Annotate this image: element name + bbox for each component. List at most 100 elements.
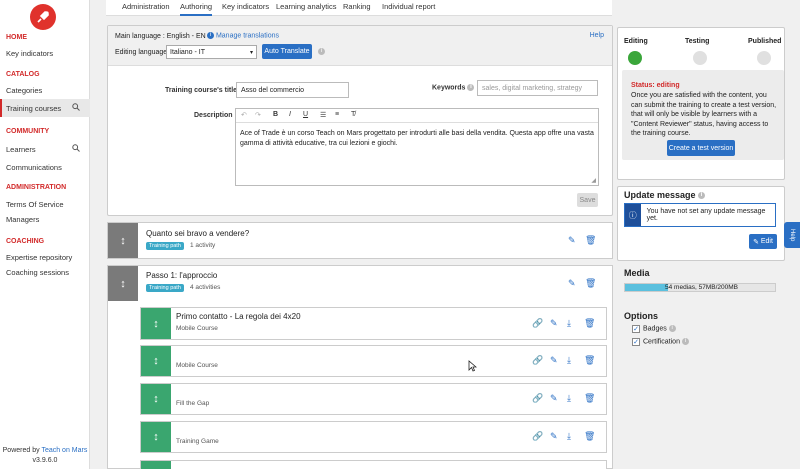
status-heading: Status: editing bbox=[631, 82, 680, 89]
update-message-title-text: Update message bbox=[624, 190, 696, 200]
keywords-input[interactable]: sales, digital marketing, strategy bbox=[477, 80, 598, 96]
drag-handle-icon[interactable]: ↕ bbox=[108, 223, 138, 258]
editing-language-select[interactable]: Italiano - IT ▾ bbox=[166, 45, 257, 59]
main-language-label: Main language : English - EN bbox=[115, 33, 206, 40]
drag-handle-icon[interactable]: ↕ bbox=[141, 308, 171, 339]
tab-ranking[interactable]: Ranking bbox=[343, 2, 371, 11]
manage-translations-label: Manage translations bbox=[215, 32, 279, 40]
manage-translations-link[interactable]: i Manage translations bbox=[207, 32, 279, 39]
sidebar-item-learners[interactable]: Learners bbox=[0, 140, 90, 158]
edit-icon[interactable]: ✎ bbox=[568, 235, 576, 246]
bullet-list-icon[interactable]: ☰ bbox=[320, 111, 326, 119]
download-icon[interactable]: ⤓ bbox=[567, 318, 571, 329]
activity-type: Mobile Course bbox=[176, 362, 218, 369]
numbered-list-icon[interactable]: ≡ bbox=[335, 111, 339, 118]
sidebar-item-key-indicators[interactable]: Key indicators bbox=[0, 44, 90, 62]
chevron-down-icon: ▾ bbox=[249, 49, 253, 56]
media-usage-text: 54 medias, 57MB/200MB bbox=[665, 284, 738, 291]
download-icon[interactable]: ⤓ bbox=[567, 393, 571, 404]
drag-handle-icon[interactable]: ↕ bbox=[141, 384, 171, 414]
rocket-logo-icon[interactable] bbox=[30, 4, 56, 30]
edit-icon[interactable]: ✎ bbox=[550, 431, 558, 442]
sidebar-item-training-courses[interactable]: Training courses bbox=[0, 99, 90, 117]
clear-format-icon[interactable]: T̸ bbox=[351, 111, 355, 118]
alert-text: You have not set any update message yet. bbox=[646, 208, 766, 222]
bold-icon[interactable]: B bbox=[273, 111, 278, 118]
help-link[interactable]: Help bbox=[590, 32, 604, 39]
delete-icon[interactable]: 🗑 bbox=[585, 278, 596, 289]
activity-row bbox=[140, 460, 607, 469]
edit-icon[interactable]: ✎ bbox=[550, 318, 558, 329]
redo-icon[interactable]: ↷ bbox=[255, 111, 261, 119]
media-progress-fill bbox=[625, 284, 668, 291]
link-icon[interactable]: 🔗 bbox=[532, 393, 543, 404]
link-icon[interactable]: 🔗 bbox=[532, 355, 543, 366]
link-icon[interactable]: 🔗 bbox=[532, 318, 543, 329]
delete-icon[interactable]: 🗑 bbox=[584, 431, 595, 442]
step-testing-indicator bbox=[693, 51, 707, 65]
delete-icon[interactable]: 🗑 bbox=[585, 235, 596, 246]
auto-translate-button[interactable]: Auto Translate bbox=[262, 44, 312, 59]
media-progress-bar: 54 medias, 57MB/200MB bbox=[624, 283, 776, 292]
certification-checkbox[interactable]: ✓ bbox=[632, 338, 640, 346]
sidebar-item-label: Training courses bbox=[6, 103, 62, 113]
brand-link[interactable]: Teach on Mars bbox=[41, 447, 87, 454]
edit-update-message-button[interactable]: ✎ Edit bbox=[749, 234, 777, 249]
section-coaching: COACHING bbox=[6, 238, 45, 245]
edit-icon: ✎ bbox=[753, 238, 761, 246]
info-icon: i bbox=[467, 84, 475, 91]
badges-checkbox[interactable]: ✓ bbox=[632, 325, 640, 333]
drag-handle-icon[interactable]: ↕ bbox=[108, 266, 138, 301]
edit-icon[interactable]: ✎ bbox=[550, 393, 558, 404]
tab-individual-report[interactable]: Individual report bbox=[382, 2, 435, 11]
search-icon[interactable] bbox=[72, 144, 80, 154]
edit-icon[interactable]: ✎ bbox=[550, 355, 558, 366]
status-text: Once you are satisfied with the content,… bbox=[631, 92, 777, 137]
activity-count: 4 activities bbox=[190, 284, 221, 291]
update-message-alert: ⓘ You have not set any update message ye… bbox=[624, 203, 776, 227]
download-icon[interactable]: ⤓ bbox=[567, 431, 571, 442]
status-badge: Training path bbox=[146, 242, 184, 250]
description-label: Description bbox=[194, 112, 233, 119]
link-icon[interactable]: 🔗 bbox=[532, 431, 543, 442]
tab-authoring[interactable]: Authoring bbox=[180, 2, 213, 16]
delete-icon[interactable]: 🗑 bbox=[584, 355, 595, 366]
resize-handle-icon[interactable]: ◢ bbox=[591, 177, 596, 184]
title-input[interactable]: Asso del commercio bbox=[236, 82, 349, 98]
tab-administration[interactable]: Administration bbox=[122, 2, 170, 11]
editing-language-label: Editing language: bbox=[115, 49, 170, 56]
sidebar-item-managers[interactable]: Managers bbox=[0, 210, 90, 228]
activity-count: 1 activity bbox=[190, 242, 216, 249]
sidebar-item-communications[interactable]: Communications bbox=[0, 158, 90, 176]
edit-label: Edit bbox=[760, 238, 773, 245]
description-text[interactable]: Ace of Trade è un corso Teach on Mars pr… bbox=[236, 123, 598, 155]
status-badge: Training path bbox=[146, 284, 184, 292]
sidebar-item-coaching-sessions[interactable]: Coaching sessions bbox=[0, 263, 90, 281]
download-icon[interactable]: ⤓ bbox=[567, 355, 571, 366]
info-icon: ⓘ bbox=[625, 204, 641, 226]
delete-icon[interactable]: 🗑 bbox=[584, 393, 595, 404]
create-test-version-button[interactable]: Create a test version bbox=[667, 140, 735, 156]
section-catalog: CATALOG bbox=[6, 71, 40, 78]
powered-by-label: Powered by bbox=[2, 447, 40, 454]
italic-icon[interactable]: I bbox=[289, 111, 291, 118]
drag-handle-icon[interactable]: ↕ bbox=[141, 346, 171, 376]
edit-icon[interactable]: ✎ bbox=[568, 278, 576, 289]
path-title: Quanto sei bravo a vendere? bbox=[146, 229, 250, 238]
description-editor[interactable]: ↶ ↷ B I U ☰ ≡ T̸ Ace of Trade è un corso… bbox=[235, 108, 599, 186]
options-title: Options bbox=[624, 311, 658, 321]
search-icon[interactable] bbox=[72, 103, 80, 113]
training-path-block: ↕ Quanto sei bravo a vendere? Training p… bbox=[107, 222, 613, 259]
drag-handle-icon[interactable] bbox=[141, 461, 171, 469]
undo-icon[interactable]: ↶ bbox=[241, 111, 247, 119]
help-side-tab[interactable]: Help bbox=[784, 222, 800, 248]
sidebar-item-categories[interactable]: Categories bbox=[0, 81, 90, 99]
delete-icon[interactable]: 🗑 bbox=[584, 318, 595, 329]
tab-learning-analytics[interactable]: Learning analytics bbox=[276, 2, 336, 11]
sidebar-item-label: Learners bbox=[6, 144, 36, 154]
drag-handle-icon[interactable]: ↕ bbox=[141, 422, 171, 452]
underline-icon[interactable]: U bbox=[303, 111, 308, 118]
info-icon: i bbox=[681, 338, 689, 345]
tab-key-indicators[interactable]: Key indicators bbox=[222, 2, 269, 11]
save-button[interactable]: Save bbox=[577, 193, 598, 207]
